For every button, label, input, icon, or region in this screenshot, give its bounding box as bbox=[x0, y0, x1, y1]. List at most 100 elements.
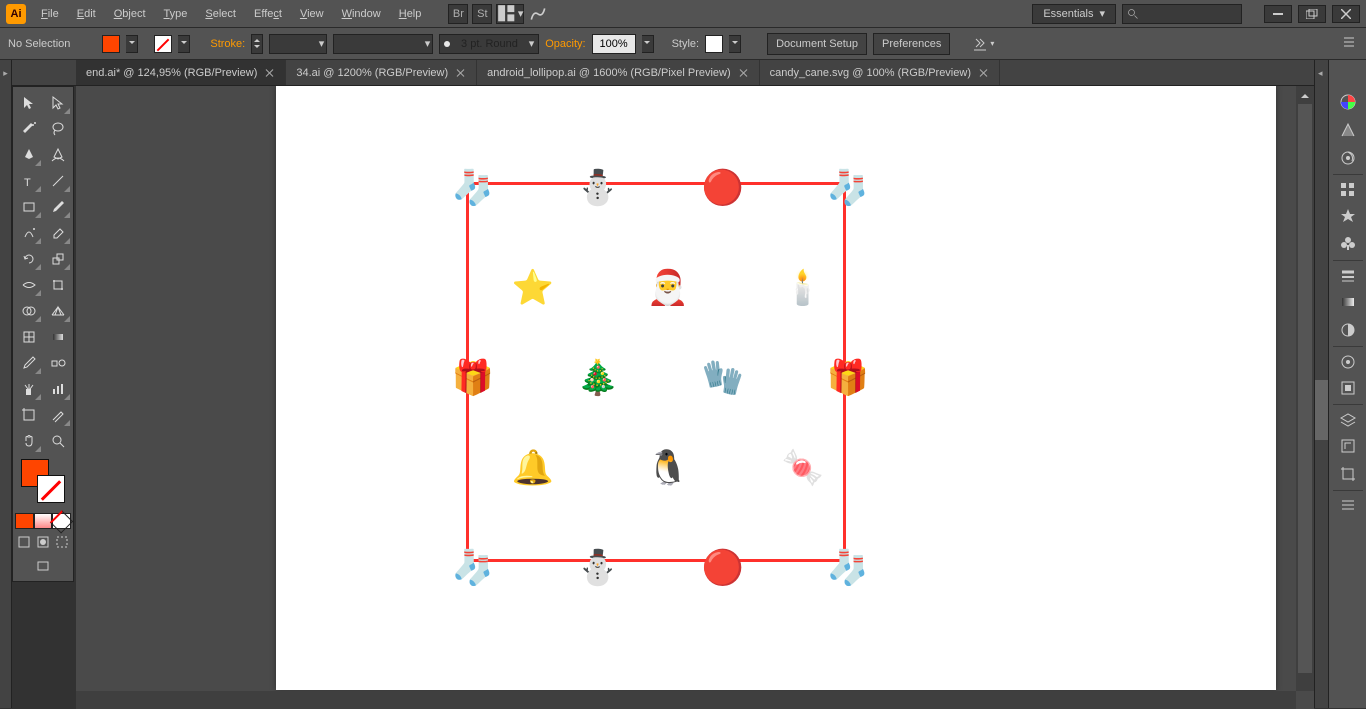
lasso-tool[interactable] bbox=[44, 117, 71, 141]
shaper-tool[interactable] bbox=[15, 221, 42, 245]
document-tab[interactable]: candy_cane.svg @ 100% (RGB/Preview) bbox=[760, 60, 1000, 85]
close-icon[interactable] bbox=[739, 68, 749, 78]
color-mode-row[interactable] bbox=[15, 513, 71, 529]
workspace-switcher[interactable]: Essentials▾ bbox=[1032, 4, 1116, 24]
eyedropper-tool[interactable] bbox=[15, 351, 42, 375]
opacity-dropdown[interactable] bbox=[642, 35, 654, 53]
libraries-panel-icon[interactable] bbox=[1333, 490, 1363, 518]
close-icon[interactable] bbox=[979, 68, 989, 78]
scale-tool[interactable] bbox=[44, 247, 71, 271]
line-tool[interactable] bbox=[44, 169, 71, 193]
scroll-thumb[interactable] bbox=[1298, 104, 1312, 673]
magic-wand-tool[interactable] bbox=[15, 117, 42, 141]
rectangle-tool[interactable] bbox=[15, 195, 42, 219]
screen-mode-row[interactable] bbox=[15, 555, 71, 577]
gradient-tool[interactable] bbox=[44, 325, 71, 349]
artboard-tool[interactable] bbox=[15, 403, 42, 427]
document-viewport[interactable]: 🧦⛄🔴🧦⭐🎅🕯️🎁🎄🧤🎁🔔🐧🍬🧦⛄🔴🧦 bbox=[76, 86, 1314, 709]
preferences-button[interactable]: Preferences bbox=[873, 33, 950, 55]
document-tab[interactable]: end.ai* @ 124,95% (RGB/Preview) bbox=[76, 60, 286, 85]
swatches-panel-icon[interactable] bbox=[1333, 144, 1363, 172]
variable-width-drop[interactable]: ▾ bbox=[333, 34, 433, 54]
menu-view[interactable]: View bbox=[291, 0, 333, 28]
fill-dropdown[interactable] bbox=[126, 35, 138, 53]
artboards-panel-icon[interactable] bbox=[1333, 460, 1363, 488]
stock-icon[interactable]: St bbox=[472, 4, 492, 24]
appearance-panel-icon[interactable] bbox=[1333, 346, 1363, 374]
menu-object[interactable]: Object bbox=[105, 0, 155, 28]
stroke-color-icon[interactable] bbox=[37, 475, 65, 503]
scroll-up-icon[interactable] bbox=[1296, 86, 1314, 102]
symbol-sprayer-tool[interactable] bbox=[15, 377, 42, 401]
bridge-icon[interactable]: Br bbox=[448, 4, 468, 24]
document-setup-button[interactable]: Document Setup bbox=[767, 33, 867, 55]
layers-panel-icon[interactable] bbox=[1333, 404, 1363, 432]
paintbrush-tool[interactable] bbox=[44, 195, 71, 219]
rotate-tool[interactable] bbox=[15, 247, 42, 271]
menu-effect[interactable]: Effect bbox=[245, 0, 291, 28]
window-maximize-button[interactable] bbox=[1298, 5, 1326, 23]
workspace-label: Essentials bbox=[1043, 8, 1093, 20]
zoom-tool[interactable] bbox=[44, 429, 71, 453]
selection-tool[interactable] bbox=[15, 91, 42, 115]
hand-tool[interactable] bbox=[15, 429, 42, 453]
eraser-tool[interactable] bbox=[44, 221, 71, 245]
window-minimize-button[interactable] bbox=[1264, 5, 1292, 23]
menu-select[interactable]: Select bbox=[196, 0, 245, 28]
right-scroll-thumb[interactable] bbox=[1315, 380, 1329, 440]
stroke-dropdown[interactable] bbox=[178, 35, 190, 53]
document-tab[interactable]: android_lollipop.ai @ 1600% (RGB/Pixel P… bbox=[477, 60, 760, 85]
gradient-panel-icon[interactable] bbox=[1333, 288, 1363, 316]
shape-builder-tool[interactable] bbox=[15, 299, 42, 323]
document-tab[interactable]: 34.ai @ 1200% (RGB/Preview) bbox=[286, 60, 477, 85]
brush-def-drop[interactable]: 3 pt. Round ▾ bbox=[439, 34, 539, 54]
menu-window[interactable]: Window bbox=[333, 0, 390, 28]
horizontal-scrollbar[interactable] bbox=[76, 691, 1296, 709]
style-swatch[interactable] bbox=[705, 35, 723, 53]
mesh-tool[interactable] bbox=[15, 325, 42, 349]
fill-stroke-indicator[interactable] bbox=[15, 455, 71, 511]
left-dock-strip[interactable] bbox=[0, 60, 12, 708]
brushes-panel-icon[interactable] bbox=[1333, 174, 1363, 202]
menu-type[interactable]: Type bbox=[155, 0, 197, 28]
blend-tool[interactable] bbox=[44, 351, 71, 375]
perspective-grid-tool[interactable] bbox=[44, 299, 71, 323]
curvature-tool[interactable] bbox=[44, 143, 71, 167]
menu-help[interactable]: Help bbox=[390, 0, 431, 28]
style-dropdown[interactable] bbox=[729, 35, 741, 53]
control-menu-icon[interactable] bbox=[1344, 35, 1358, 52]
opacity-input[interactable]: 100% bbox=[592, 34, 636, 54]
vertical-scrollbar[interactable] bbox=[1296, 86, 1314, 691]
menu-file[interactable]: File bbox=[32, 0, 68, 28]
close-icon[interactable] bbox=[265, 68, 275, 78]
color-guide-panel-icon[interactable] bbox=[1333, 116, 1363, 144]
arrange-docs-icon[interactable]: ▾ bbox=[496, 4, 524, 24]
tab-label: end.ai* @ 124,95% (RGB/Preview) bbox=[86, 67, 257, 79]
search-input[interactable] bbox=[1122, 4, 1242, 24]
graphic-styles-panel-icon[interactable] bbox=[1333, 374, 1363, 402]
slice-tool[interactable] bbox=[44, 403, 71, 427]
pen-tool[interactable] bbox=[15, 143, 42, 167]
stroke-weight-stepper[interactable] bbox=[251, 34, 263, 54]
free-transform-tool[interactable] bbox=[44, 273, 71, 297]
close-icon[interactable] bbox=[456, 68, 466, 78]
stroke-swatch[interactable] bbox=[154, 35, 172, 53]
direct-selection-tool[interactable] bbox=[44, 91, 71, 115]
gpu-perf-icon[interactable] bbox=[528, 4, 548, 24]
column-graph-tool[interactable] bbox=[44, 377, 71, 401]
asset-export-panel-icon[interactable] bbox=[1333, 432, 1363, 460]
fill-swatch[interactable] bbox=[102, 35, 120, 53]
transparency-panel-icon[interactable] bbox=[1333, 316, 1363, 344]
stroke-panel-icon[interactable] bbox=[1333, 260, 1363, 288]
right-dock-strip[interactable] bbox=[1314, 60, 1328, 708]
symbols-panel-icon[interactable] bbox=[1333, 202, 1363, 230]
width-tool[interactable] bbox=[15, 273, 42, 297]
draw-mode-row[interactable] bbox=[15, 531, 71, 553]
color-panel-icon[interactable] bbox=[1333, 88, 1363, 116]
align-to-icon[interactable]: ▾ bbox=[972, 36, 994, 52]
clubs-icon[interactable] bbox=[1333, 230, 1363, 258]
window-close-button[interactable] bbox=[1332, 5, 1360, 23]
stroke-weight-drop[interactable]: ▾ bbox=[269, 34, 327, 54]
menu-edit[interactable]: Edit bbox=[68, 0, 105, 28]
type-tool[interactable]: T bbox=[15, 169, 42, 193]
